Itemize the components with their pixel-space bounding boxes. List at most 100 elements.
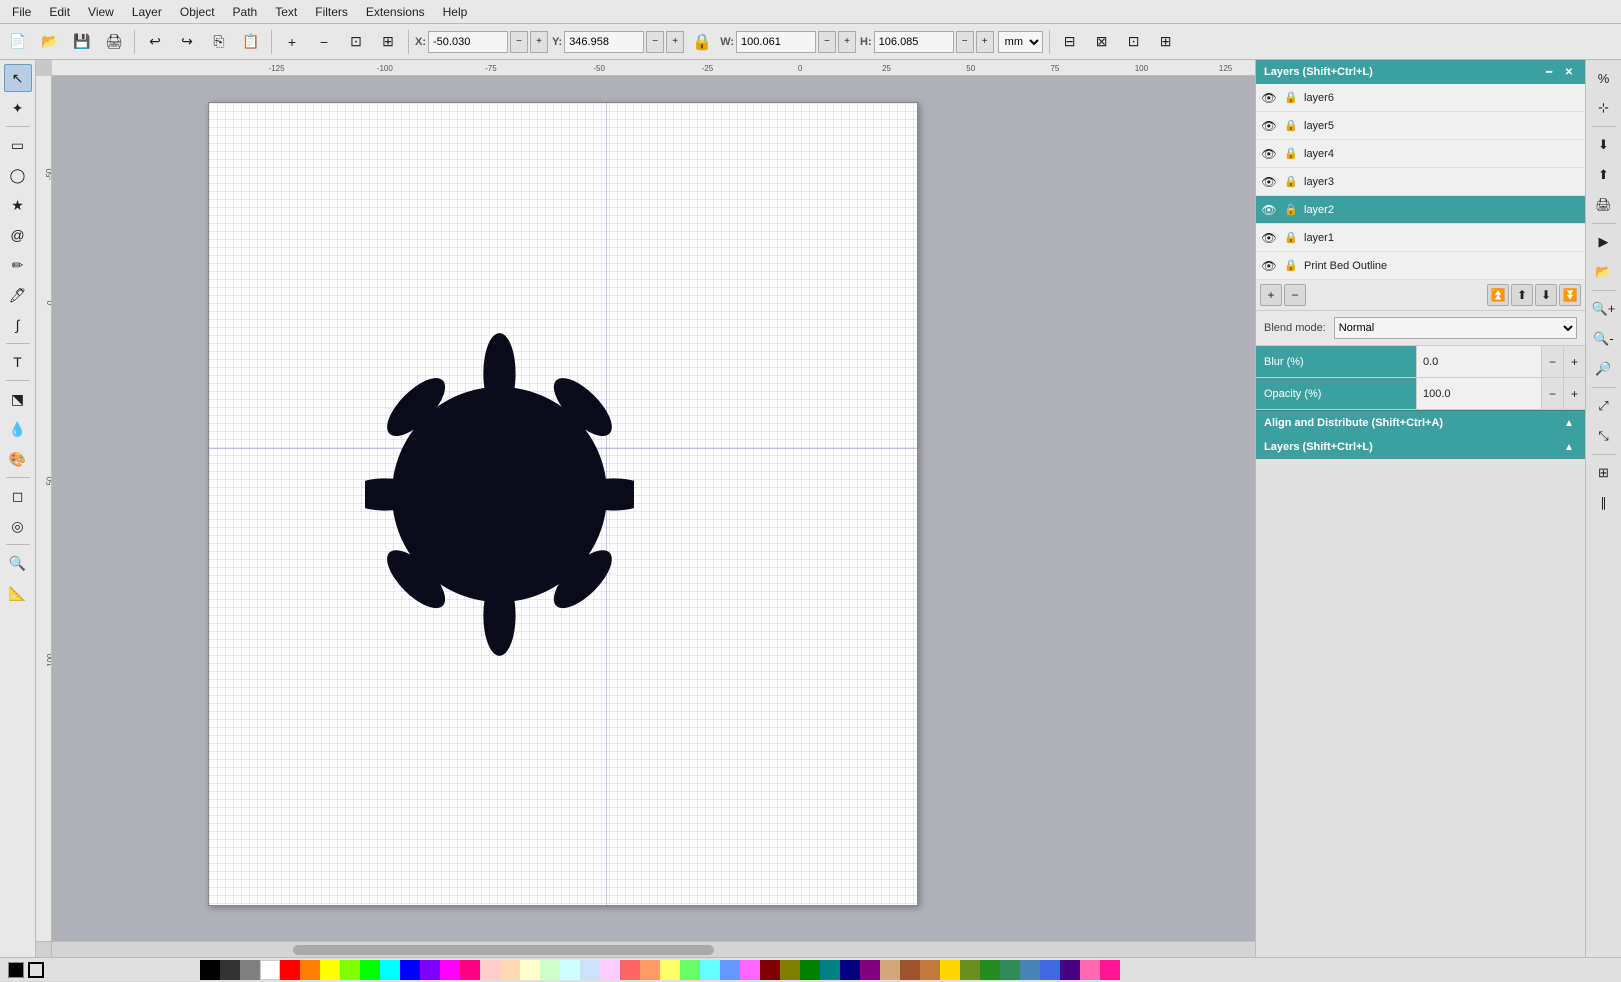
color-swatch-purple[interactable] [420, 960, 440, 980]
h-plus-btn[interactable]: + [976, 31, 994, 53]
zoom-in2-btn[interactable]: 🔍+ [1590, 295, 1618, 323]
color-swatch-indigo[interactable] [1060, 960, 1080, 980]
color-swatch-lime[interactable] [340, 960, 360, 980]
layer-move-bottom-btn[interactable]: ⏬ [1559, 284, 1581, 306]
layer1-visibility-icon[interactable]: 👁 [1260, 229, 1278, 247]
color-swatch-salmon[interactable] [620, 960, 640, 980]
opacity-plus-btn[interactable]: + [1563, 378, 1585, 409]
color-swatch-lightyellow[interactable] [520, 960, 540, 980]
grid-btn-1[interactable]: ⊞ [1590, 459, 1618, 487]
menu-extensions[interactable]: Extensions [358, 3, 433, 21]
color-swatch-darkgray[interactable] [220, 960, 240, 980]
w-minus-btn[interactable]: − [818, 31, 836, 53]
color-swatch-magenta[interactable] [440, 960, 460, 980]
tool-measure[interactable]: 📐 [4, 579, 32, 607]
export-btn[interactable]: ⬆ [1590, 161, 1618, 189]
color-swatch-olive[interactable] [960, 960, 980, 980]
layer-row-layer6[interactable]: 👁 🔒 layer6 [1256, 84, 1585, 112]
color-swatch-pink[interactable] [460, 960, 480, 980]
print-button[interactable]: 🖨 [100, 28, 128, 56]
menu-file[interactable]: File [4, 3, 39, 21]
snap-enable-btn[interactable]: % [1590, 64, 1618, 92]
layer1-lock-icon[interactable]: 🔒 [1282, 229, 1300, 247]
color-swatch-deeppink[interactable] [1100, 960, 1120, 980]
color-swatch-hotpink[interactable] [1080, 960, 1100, 980]
color-swatch-green[interactable] [360, 960, 380, 980]
color-swatch-blue[interactable] [400, 960, 420, 980]
align-panel-header[interactable]: Align and Distribute (Shift+Ctrl+A) ▲ [1256, 410, 1585, 435]
tool-rect[interactable]: ▭ [4, 131, 32, 159]
w-input[interactable] [736, 31, 816, 53]
y-minus-btn[interactable]: − [646, 31, 664, 53]
color-swatch-peach[interactable] [500, 960, 520, 980]
layer-move-up-btn[interactable]: ⬆ [1511, 284, 1533, 306]
color-swatch-brown[interactable] [900, 960, 920, 980]
save-button[interactable]: 💾 [68, 28, 96, 56]
y-input[interactable] [564, 31, 644, 53]
blend-select[interactable]: Normal Multiply Screen Overlay Darken Li… [1334, 317, 1577, 339]
layer2-lock-icon[interactable]: 🔒 [1282, 201, 1300, 219]
color-swatch-navy[interactable] [840, 960, 860, 980]
color-swatch-royalblue[interactable] [1040, 960, 1060, 980]
tool-select[interactable]: ↖ [4, 64, 32, 92]
h-input[interactable] [874, 31, 954, 53]
open2-btn[interactable]: 📂 [1590, 258, 1618, 286]
scrollbar-horizontal[interactable] [52, 941, 1255, 957]
layer4-lock-icon[interactable]: 🔒 [1282, 145, 1300, 163]
tool-spiral[interactable]: @ [4, 221, 32, 249]
x-minus-btn[interactable]: − [510, 31, 528, 53]
snap-btn-2[interactable]: ⊠ [1088, 28, 1116, 56]
color-swatch-sienna[interactable] [920, 960, 940, 980]
color-swatch-orange[interactable] [300, 960, 320, 980]
color-swatch-darkpurple[interactable] [860, 960, 880, 980]
add-layer-btn[interactable]: + [1260, 284, 1282, 306]
layer-move-down-btn[interactable]: ⬇ [1535, 284, 1557, 306]
layer3-visibility-icon[interactable]: 👁 [1260, 173, 1278, 191]
layer5-visibility-icon[interactable]: 👁 [1260, 117, 1278, 135]
color-swatch-white[interactable] [260, 960, 280, 980]
layers-panel-header[interactable]: Layers (Shift+Ctrl+L) 🗕 ✕ [1256, 60, 1585, 84]
color-swatch-gray[interactable] [240, 960, 260, 980]
paste-button[interactable]: 📋 [237, 28, 265, 56]
print-bed-visibility-icon[interactable]: 👁 [1260, 257, 1278, 275]
lock-aspect-btn[interactable]: 🔒 [688, 28, 716, 56]
layer3-lock-icon[interactable]: 🔒 [1282, 173, 1300, 191]
zoom-fit-btn[interactable]: ⊡ [342, 28, 370, 56]
zoom-out-btn[interactable]: − [310, 28, 338, 56]
color-swatch-teal[interactable] [820, 960, 840, 980]
color-swatch-yellow[interactable] [320, 960, 340, 980]
snap-btn-4[interactable]: ⊞ [1152, 28, 1180, 56]
color-swatch-khaki[interactable] [660, 960, 680, 980]
color-swatch-forestgreen[interactable] [980, 960, 1000, 980]
tool-text[interactable]: T [4, 348, 32, 376]
redo-button[interactable]: ↪ [173, 28, 201, 56]
menu-object[interactable]: Object [172, 3, 223, 21]
layer2-visibility-icon[interactable]: 👁 [1260, 201, 1278, 219]
tool-node[interactable]: ✦ [4, 94, 32, 122]
import-btn[interactable]: ⬇ [1590, 131, 1618, 159]
color-swatch-lightcyan[interactable] [560, 960, 580, 980]
tool-gradient[interactable]: ⬔ [4, 385, 32, 413]
copy-button[interactable]: ⎘ [205, 28, 233, 56]
layer-row-layer2[interactable]: 👁 🔒 layer2 [1256, 196, 1585, 224]
menu-path[interactable]: Path [225, 3, 266, 21]
color-swatch-darkgreen[interactable] [800, 960, 820, 980]
tool-dropper[interactable]: 💧 [4, 415, 32, 443]
nav-right-btn[interactable]: ▶ [1590, 228, 1618, 256]
layer-row-layer3[interactable]: 👁 🔒 layer3 [1256, 168, 1585, 196]
color-swatch-coral[interactable] [640, 960, 660, 980]
color-swatch-black[interactable] [200, 960, 220, 980]
color-swatch-cornflower[interactable] [720, 960, 740, 980]
zoom-out2-btn[interactable]: 🔍- [1590, 325, 1618, 353]
tool-ellipse[interactable]: ◯ [4, 161, 32, 189]
transform-btn-1[interactable]: ⤢ [1590, 392, 1618, 420]
layers-panel2-header[interactable]: Layers (Shift+Ctrl+L) ▲ [1256, 435, 1585, 459]
fill-indicator[interactable] [8, 962, 24, 978]
color-swatch-seagreen[interactable] [1000, 960, 1020, 980]
menu-edit[interactable]: Edit [41, 3, 78, 21]
scrollbar-thumb[interactable] [293, 945, 714, 955]
remove-layer-btn[interactable]: − [1284, 284, 1306, 306]
canvas-area[interactable]: -125 -100 -75 -50 -25 0 25 50 75 100 125… [36, 60, 1255, 957]
color-swatch-lightpurple[interactable] [600, 960, 620, 980]
layers-minimize-btn[interactable]: 🗕 [1541, 64, 1557, 80]
